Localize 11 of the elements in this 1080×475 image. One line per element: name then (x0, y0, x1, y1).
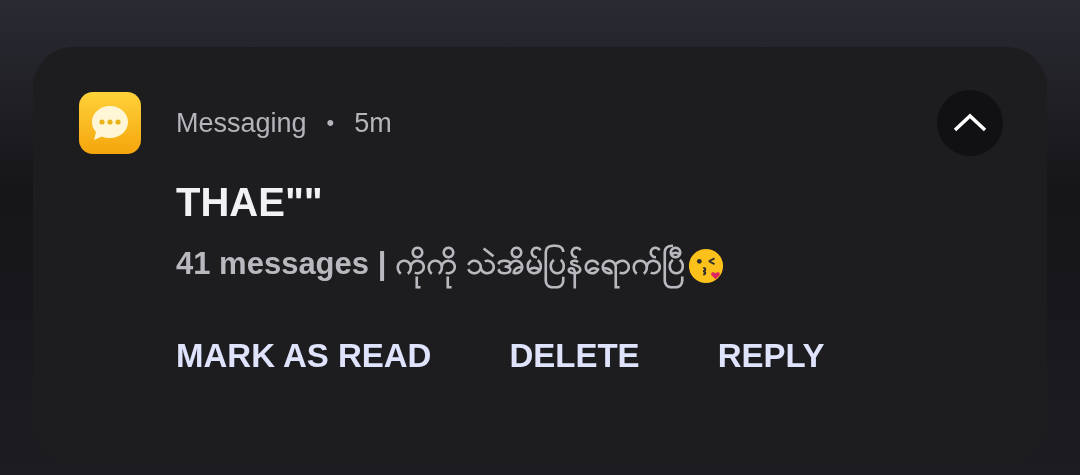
separator-dot: • (326, 110, 335, 136)
app-name: Messaging (176, 107, 307, 139)
time-label: 5m (354, 107, 392, 139)
message-preview: 41 messages | ကိုကို သဲအိမ်ပြန်ရောက်ပြီ (176, 243, 685, 289)
action-button[interactable]: DELETE (509, 333, 640, 379)
chat-bubble-icon (79, 92, 141, 154)
action-button[interactable]: MARK AS READ (176, 333, 432, 379)
chevron-up-icon (952, 113, 988, 133)
sender-name: THAE"" (176, 180, 324, 225)
action-button[interactable]: REPLY (717, 333, 825, 379)
kiss-face-icon (686, 247, 725, 285)
